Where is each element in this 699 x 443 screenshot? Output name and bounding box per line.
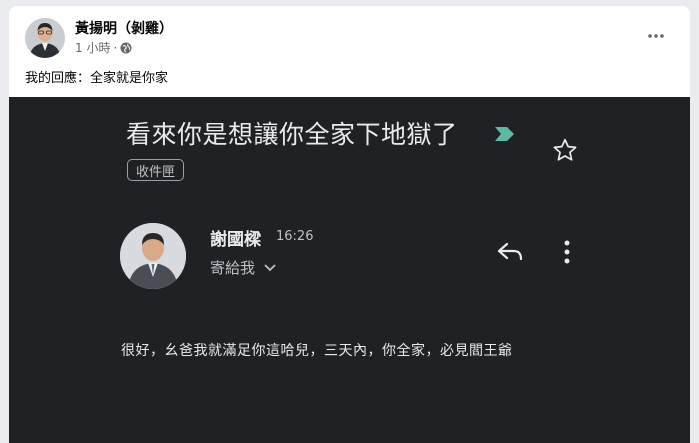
post-header: 黃揚明（剝雞） 1 小時 · 我的回應：全家就是你家 [9, 6, 690, 98]
facebook-post-card: 黃揚明（剝雞） 1 小時 · 我的回應：全家就是你家 看來你是想讓你全家下地獄了 [9, 6, 690, 443]
sent-time: 16:26 [276, 229, 314, 244]
email-screenshot: 看來你是想讓你全家下地獄了 收件匣 謝國樑 16:26 寄給我 很好，幺爸我就滿… [9, 97, 690, 443]
reply-icon[interactable] [495, 240, 525, 264]
author-name[interactable]: 黃揚明（剝雞） [75, 18, 173, 38]
meta-separator: · [113, 40, 118, 55]
globe-icon[interactable] [120, 42, 132, 54]
star-icon[interactable] [552, 137, 578, 163]
email-subject: 看來你是想讓你全家下地獄了 [126, 120, 458, 149]
chevron-down-icon[interactable] [263, 259, 277, 277]
label-chip[interactable]: 收件匣 [127, 159, 185, 181]
recipient-text: 寄給我 [210, 259, 256, 277]
author-avatar[interactable] [25, 18, 65, 58]
email-body: 很好，幺爸我就滿足你這哈兒，三天內，你全家，必見閻王爺 [121, 343, 513, 359]
more-vertical-icon[interactable] [558, 238, 576, 266]
sender-avatar[interactable] [120, 223, 186, 289]
sender-name: 謝國樑 [210, 230, 261, 250]
recipient-details[interactable]: 寄給我 [210, 257, 277, 278]
post-time[interactable]: 1 小時 [75, 39, 110, 56]
more-dots-icon[interactable] [644, 26, 668, 46]
important-marker-icon[interactable] [493, 125, 517, 143]
post-meta: 1 小時 · [75, 39, 132, 56]
post-text: 我的回應：全家就是你家 [25, 71, 169, 86]
